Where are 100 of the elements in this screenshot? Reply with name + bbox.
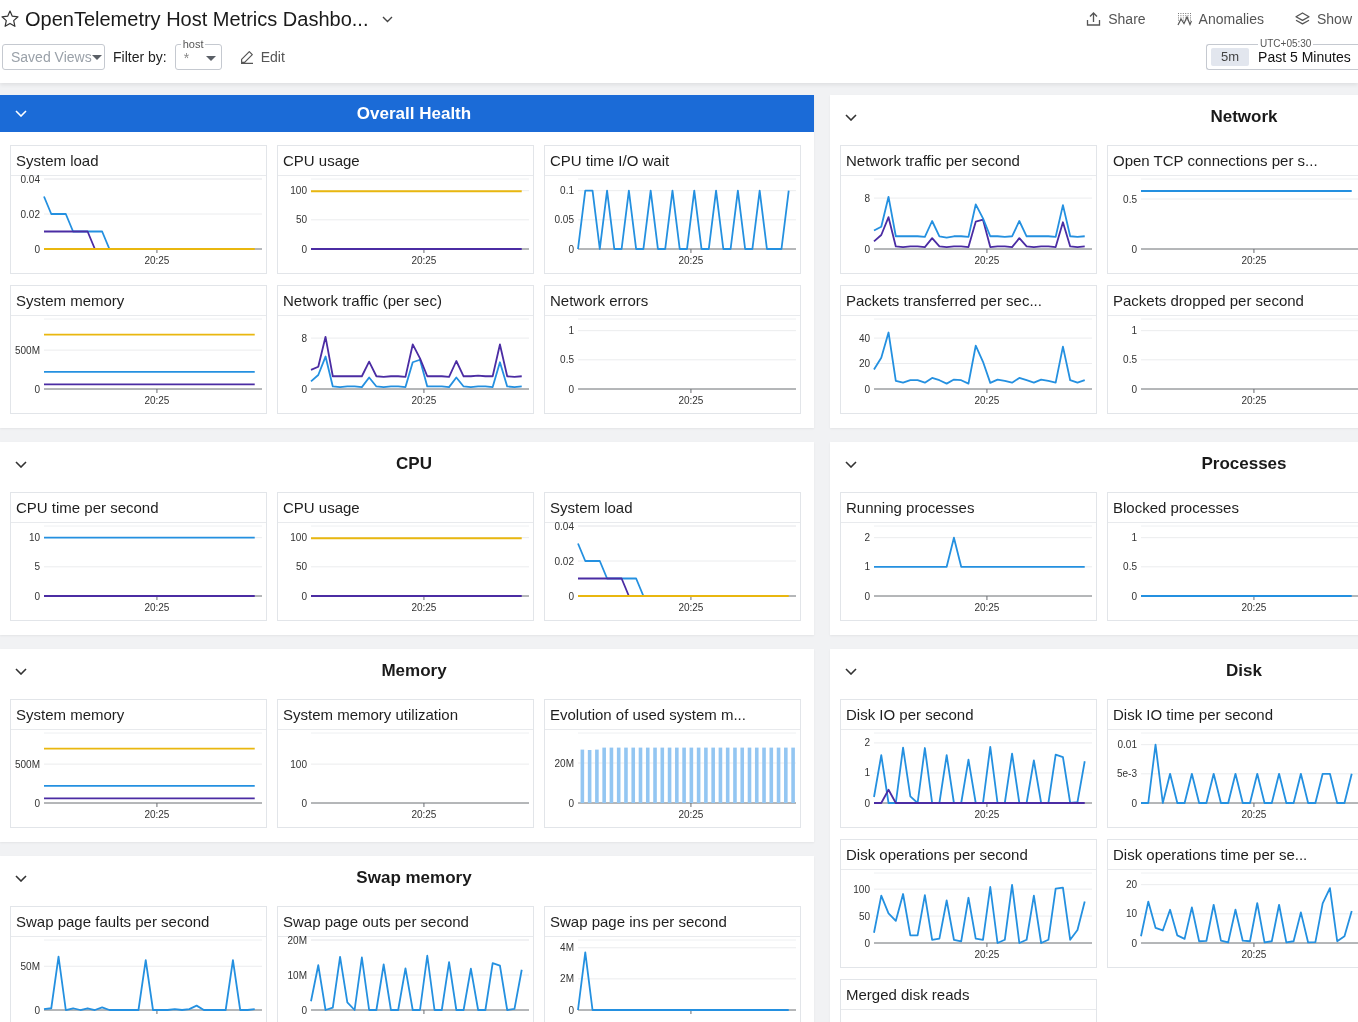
- x-axis-label: 20:25: [1241, 255, 1267, 266]
- dotted-chart-icon: [1176, 12, 1192, 26]
- chart-bar: [718, 747, 723, 803]
- y-axis-label: 1: [1131, 532, 1137, 544]
- chart-bar: [704, 747, 708, 803]
- chevron-down-icon[interactable]: [845, 460, 857, 468]
- chart-bar: [769, 747, 774, 803]
- chart-title: Evolution of used system m...: [550, 706, 746, 723]
- chart-title: System memory: [16, 706, 125, 723]
- chart-title: Disk IO time per second: [1113, 706, 1274, 723]
- x-axis-label: 20:25: [974, 602, 1000, 613]
- y-axis-label: 0: [1131, 797, 1137, 809]
- y-axis-label: 1: [864, 767, 870, 779]
- x-axis-label: 20:25: [144, 809, 170, 820]
- y-axis-label: 500M: [15, 344, 40, 356]
- y-axis-label: 50: [295, 214, 307, 226]
- x-axis-label: 20:25: [974, 809, 1000, 820]
- chart-bar: [660, 747, 665, 803]
- chart-title: Disk operations time per se...: [1113, 846, 1308, 863]
- chart-bar: [616, 747, 621, 803]
- chart-title: Merged disk reads: [846, 986, 970, 1003]
- y-axis-label: 0: [301, 243, 307, 255]
- chart-bar: [624, 747, 628, 803]
- x-axis-label: 20:25: [974, 949, 1000, 960]
- chart-title: Disk operations per second: [846, 846, 1028, 863]
- dashboard-title: OpenTelemetry Host Metrics Dashbo...: [25, 7, 369, 31]
- range-chip: 5m: [1211, 48, 1250, 66]
- chart-bar: [645, 747, 650, 803]
- y-axis-label: 0: [34, 797, 40, 809]
- chart-bar: [638, 747, 643, 803]
- chart-bar: [754, 747, 759, 803]
- caret-down-icon: [91, 54, 102, 60]
- y-axis-label: 20M: [554, 757, 574, 769]
- y-axis-label: 0: [34, 243, 40, 255]
- x-axis-label: 20:25: [678, 395, 704, 406]
- section-title: Overall Health: [355, 103, 473, 124]
- y-axis-label: 0: [1131, 243, 1137, 255]
- chevron-down-icon[interactable]: [845, 667, 857, 675]
- filter-label: Filter by:: [113, 49, 167, 65]
- y-axis-label: 0: [301, 1004, 307, 1016]
- chart-title: Packets transferred per sec...: [846, 292, 1042, 309]
- chart-bar: [711, 747, 715, 803]
- chart-title: Disk IO per second: [846, 706, 974, 723]
- x-axis-label: 20:25: [974, 255, 1000, 266]
- y-axis-label: 100: [290, 532, 307, 544]
- chevron-down-icon[interactable]: [15, 874, 27, 882]
- chart-bar: [675, 747, 679, 803]
- chart-title: System load: [16, 152, 99, 169]
- toolbar-button[interactable]: Show: [1294, 11, 1352, 27]
- y-axis-label: 50: [295, 561, 307, 573]
- y-axis-label: 0: [34, 1004, 40, 1016]
- chevron-down-icon[interactable]: [845, 113, 857, 121]
- y-axis-label: 0: [864, 243, 870, 255]
- y-axis-label: 0.1: [560, 185, 574, 197]
- x-axis-label: 20:25: [411, 255, 437, 266]
- x-axis-label: 20:25: [678, 809, 704, 820]
- star-icon[interactable]: [1, 10, 19, 28]
- x-axis-label: 20:25: [144, 255, 170, 266]
- y-axis-label: 0: [1131, 590, 1137, 602]
- y-axis-label: 0: [864, 590, 870, 602]
- chevron-down-icon[interactable]: [15, 667, 27, 675]
- y-axis-label: 0: [301, 383, 307, 395]
- y-axis-label: 2: [864, 532, 870, 544]
- chart-bar: [791, 747, 795, 803]
- y-axis-label: 0.04: [20, 173, 40, 185]
- x-axis-label: 20:25: [144, 602, 170, 613]
- toolbar-button[interactable]: Anomalies: [1176, 11, 1264, 27]
- y-axis-label: 0: [301, 797, 307, 809]
- y-axis-label: 1: [568, 325, 574, 337]
- y-axis-label: 10: [1125, 908, 1137, 920]
- y-axis-label: 2: [864, 737, 870, 749]
- x-axis-label: 20:25: [411, 395, 437, 406]
- x-axis-label: 20:25: [1241, 395, 1267, 406]
- chart-title: Swap page outs per second: [283, 913, 469, 930]
- chart-title: CPU time per second: [16, 499, 159, 516]
- chevron-down-icon[interactable]: [15, 460, 27, 468]
- chart-bar: [747, 747, 752, 803]
- time-range-label: Past 5 Minutes: [1258, 49, 1351, 65]
- section-title: CPU: [395, 454, 433, 474]
- chart-bar: [762, 747, 766, 803]
- y-axis-label: 0.04: [554, 520, 574, 532]
- y-axis-label: 0.5: [1123, 354, 1137, 366]
- edit-button[interactable]: Edit: [239, 49, 285, 65]
- y-axis-label: 1: [864, 561, 870, 573]
- chart-title: Network errors: [550, 292, 649, 309]
- x-axis-label: 20:25: [1241, 949, 1267, 960]
- chart-title: Running processes: [846, 499, 975, 516]
- y-axis-label: 0: [1131, 937, 1137, 949]
- y-axis-label: 10M: [287, 969, 307, 981]
- y-axis-label: 0.02: [554, 555, 574, 567]
- chevron-down-icon[interactable]: [382, 15, 394, 23]
- chart-bar: [653, 747, 657, 803]
- y-axis-label: 0.05: [554, 214, 574, 226]
- y-axis-label: 8: [301, 332, 307, 344]
- chart-title: CPU usage: [283, 499, 360, 516]
- chart-title: Swap page faults per second: [16, 913, 210, 930]
- chart-title: Swap page ins per second: [550, 913, 727, 930]
- toolbar-button[interactable]: Share: [1086, 11, 1146, 27]
- x-axis-label: 20:25: [411, 809, 437, 820]
- y-axis-label: 500M: [15, 758, 40, 770]
